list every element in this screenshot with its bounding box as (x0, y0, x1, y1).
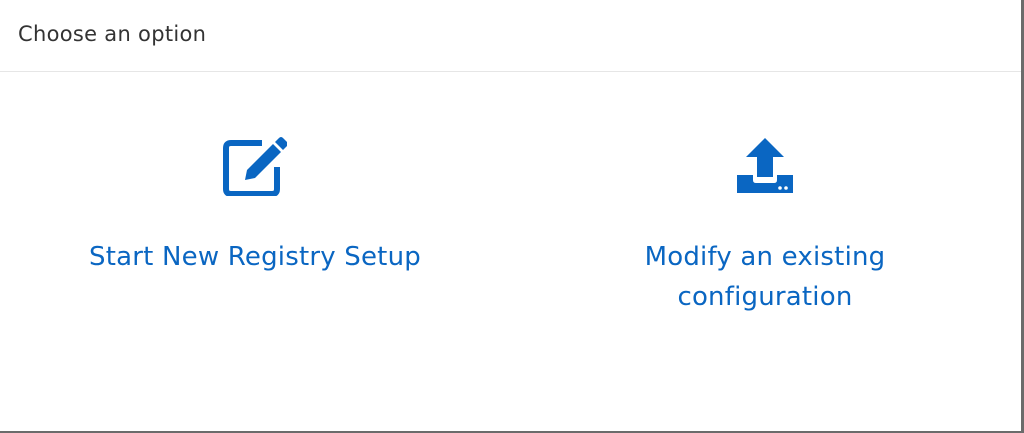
dialog-header: Choose an option (0, 0, 1021, 72)
option-label-line: Start New Registry Setup (89, 242, 421, 272)
dialog-title: Choose an option (18, 22, 207, 46)
edit-icon (223, 137, 287, 196)
start-new-registry-setup-label: Start New Registry Setup (0, 237, 510, 277)
option-label-line: Modify an existing (644, 242, 886, 272)
start-new-registry-setup-option[interactable]: Start New Registry Setup (0, 72, 510, 372)
upload-icon (737, 138, 793, 193)
option-chooser-dialog: Choose an option Start New Registry Setu… (0, 0, 1024, 433)
modify-existing-configuration-option[interactable]: Modify an existing configuration (510, 72, 1020, 372)
option-label-line: configuration (677, 282, 853, 312)
modify-existing-configuration-label: Modify an existing configuration (510, 237, 1020, 317)
